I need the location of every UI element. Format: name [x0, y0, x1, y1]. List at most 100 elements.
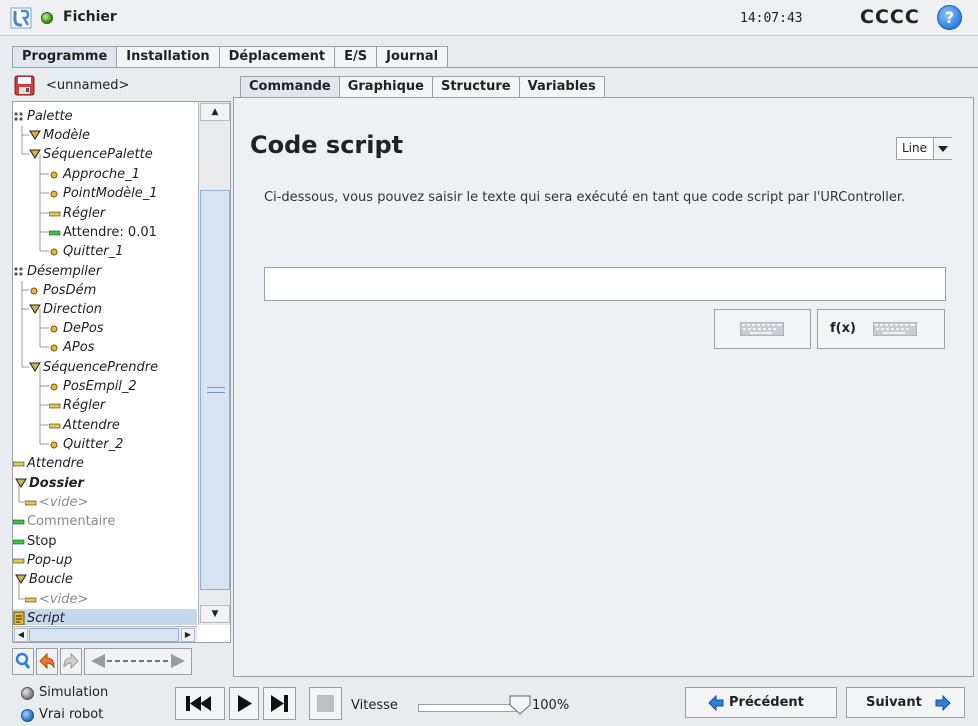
tree-node[interactable]: DePos [49, 319, 104, 338]
simulation-radio-icon[interactable] [21, 687, 34, 700]
scroll-down-icon[interactable]: ▼ [200, 605, 230, 623]
tree-node-label: Commentaire [27, 514, 116, 529]
tree-node-label: PosDém [43, 283, 97, 298]
keyboard-icon [740, 322, 784, 336]
tree-node[interactable]: APos [49, 338, 94, 357]
save-icon[interactable] [14, 75, 35, 96]
hscroll-thumb[interactable] [29, 628, 179, 642]
chevron-down-icon[interactable] [933, 138, 952, 159]
tree-node[interactable]: Boucle [15, 570, 73, 589]
tree-node-label: Dossier [29, 476, 84, 491]
skip-back-button[interactable] [175, 687, 225, 720]
tree-node[interactable]: Attendre [13, 454, 84, 473]
tab-commande[interactable]: Commande [240, 76, 340, 98]
previous-label: Précédent [729, 695, 804, 710]
tree-node-label: SéquencePrendre [43, 360, 159, 375]
arrow-right-icon [935, 695, 951, 711]
scroll-grip-icon [207, 387, 225, 393]
tree-node[interactable]: SéquencePrendre [29, 358, 158, 377]
tree-toolbar [12, 648, 232, 676]
tree-node[interactable]: PointModèle_1 [49, 184, 158, 203]
tree-node[interactable]: <vide> [25, 493, 88, 512]
keyboard-button[interactable] [714, 309, 811, 349]
skip-back-icon [186, 696, 211, 711]
tree-node-label: APos [63, 340, 95, 355]
tab-deplacement[interactable]: Déplacement [218, 46, 336, 68]
tree-node[interactable]: Régler [49, 204, 105, 223]
tree-node[interactable]: PosDém [29, 281, 96, 300]
speed-slider[interactable] [418, 704, 518, 712]
tree-node-label: DePos [63, 321, 104, 336]
ur-logo-icon [10, 7, 32, 29]
help-icon[interactable]: ? [937, 5, 962, 30]
function-keyboard-button[interactable]: f(x) [817, 309, 945, 349]
tree-node-label: Régler [63, 206, 106, 221]
clock: 14:07:43 [740, 11, 803, 26]
tab-structure[interactable]: Structure [431, 76, 520, 98]
tree-node[interactable]: Script [13, 609, 197, 625]
command-panel: Code script Line Ci-dessous, vous pouvez… [233, 97, 974, 677]
tree-node[interactable]: Stop [13, 532, 57, 551]
scroll-left-icon[interactable]: ◀ [14, 628, 28, 642]
tree-node[interactable]: Pop-up [13, 551, 72, 570]
tree-node[interactable]: Direction [29, 300, 102, 319]
tree-node[interactable]: Attendre [49, 416, 120, 435]
real-robot-label: Vrai robot [39, 707, 104, 722]
tab-es[interactable]: E/S [334, 46, 378, 68]
next-label: Suivant [866, 695, 922, 710]
speed-value: 100% [532, 698, 570, 713]
scroll-thumb[interactable] [200, 190, 230, 590]
redo-button[interactable] [60, 648, 82, 675]
script-input[interactable] [264, 267, 946, 301]
file-menu[interactable]: Fichier [63, 9, 117, 25]
tree-node[interactable]: Modèle [29, 126, 90, 145]
tab-graphique[interactable]: Graphique [338, 76, 433, 98]
tree-node[interactable]: Quitter_2 [49, 435, 123, 454]
step-button[interactable] [263, 687, 296, 720]
tree-node[interactable]: <vide> [25, 590, 88, 609]
tree-horizontal-scrollbar[interactable]: ◀ ▶ [13, 626, 197, 642]
script-mode-select[interactable]: Line [896, 137, 952, 160]
search-button[interactable] [12, 648, 34, 675]
tree-node-label: PosEmpil_2 [63, 379, 137, 394]
redo-icon [63, 652, 79, 670]
tree-node-label: Stop [27, 534, 57, 549]
tab-programme[interactable]: Programme [12, 46, 118, 68]
previous-button[interactable]: Précédent [685, 687, 837, 718]
tree-node-label: SéquencePalette [43, 147, 153, 162]
tree-node[interactable]: Quitter_1 [49, 242, 123, 261]
move-button[interactable] [84, 648, 192, 675]
tree-node[interactable]: Palette [13, 107, 73, 126]
tree-node[interactable]: PosEmpil_2 [49, 377, 137, 396]
scroll-right-icon[interactable]: ▶ [181, 628, 195, 642]
tree-node-label: Quitter_1 [63, 244, 124, 259]
program-tree[interactable]: Palette Modèle SéquencePalette Approche_1 Po… [13, 102, 197, 625]
tree-node[interactable]: Commentaire [13, 512, 115, 531]
tree-node[interactable]: Désempiler [13, 262, 101, 281]
speed-slider-thumb[interactable] [509, 695, 531, 715]
scroll-up-icon[interactable]: ▲ [200, 103, 230, 121]
main-tabs: Programme Installation Déplacement E/S J… [12, 46, 449, 68]
real-robot-radio-icon[interactable] [21, 709, 34, 722]
tab-journal[interactable]: Journal [376, 46, 449, 68]
robot-name: CCCC [860, 6, 920, 28]
next-button[interactable]: Suivant [846, 687, 965, 718]
tree-node[interactable]: Approche_1 [49, 165, 140, 184]
tabs-divider [12, 67, 978, 68]
simulation-label: Simulation [39, 685, 109, 700]
tab-installation[interactable]: Installation [116, 46, 220, 68]
tree-node[interactable]: Attendre: 0.01 [49, 223, 157, 242]
tree-node-label: Boucle [29, 572, 73, 587]
play-button[interactable] [229, 687, 259, 720]
tab-variables[interactable]: Variables [518, 76, 605, 98]
tree-node[interactable]: Dossier [15, 474, 84, 493]
program-header: <unnamed> [12, 74, 232, 98]
undo-button[interactable] [36, 648, 58, 675]
tree-node-label: Modèle [43, 128, 91, 143]
program-name: <unnamed> [46, 78, 130, 93]
stop-button[interactable] [309, 687, 342, 720]
tree-node[interactable]: Régler [49, 396, 105, 415]
search-icon [15, 652, 31, 669]
tree-node[interactable]: SéquencePalette [29, 145, 153, 164]
tree-vertical-scrollbar[interactable]: ▲ ▼ [198, 102, 230, 625]
